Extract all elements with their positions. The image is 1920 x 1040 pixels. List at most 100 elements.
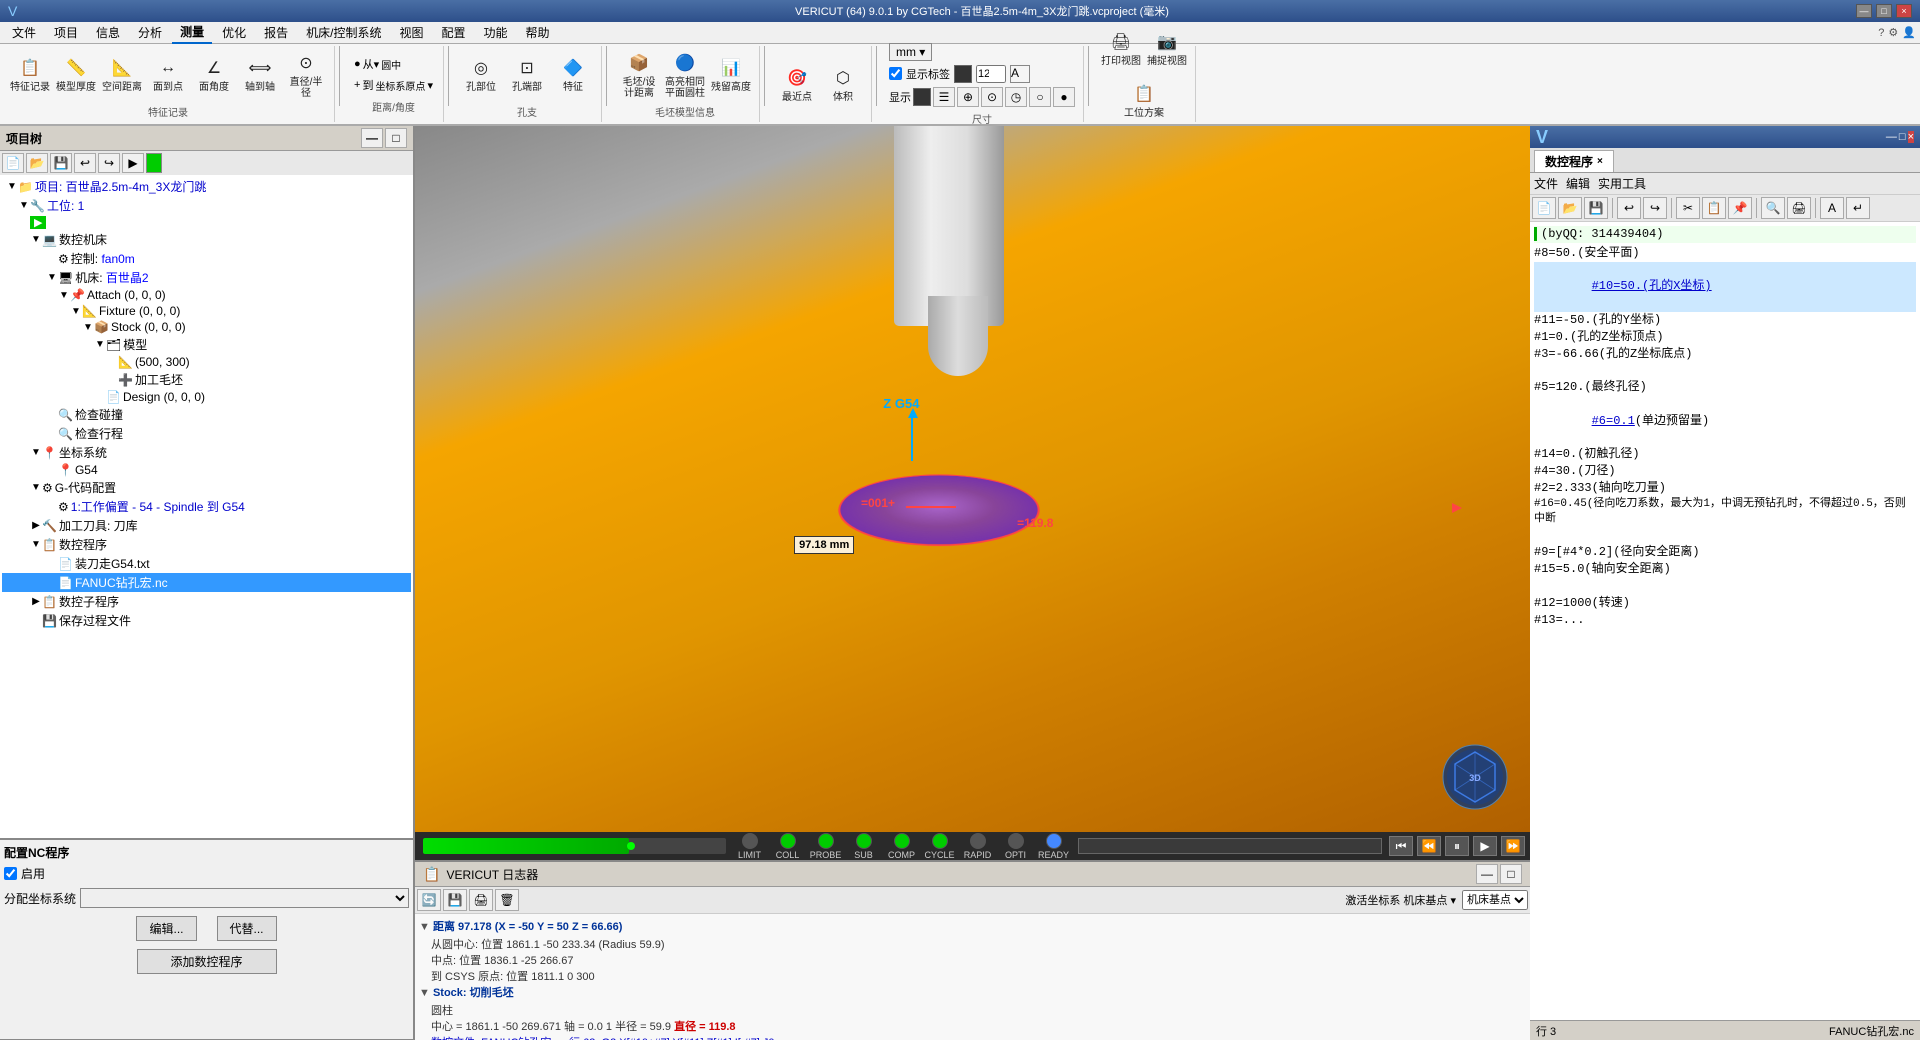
volume-btn[interactable]: ⬡ 体积 — [821, 59, 865, 109]
display-btn5[interactable]: ○ — [1029, 87, 1051, 107]
tree-item-tool-lib[interactable]: ▶ 🔨 加工刀具: 刀库 — [2, 516, 411, 535]
tree-item-check-travel[interactable]: 🔍 检查行程 — [2, 424, 411, 443]
nc-link-7[interactable]: #6=0.1 — [1592, 414, 1635, 428]
nc-content[interactable]: (byQQ: 314439404) #8=50.(安全平面) #10=50.(孔… — [1530, 222, 1920, 1020]
close-button[interactable]: × — [1896, 4, 1912, 18]
nc-tb-search[interactable]: 🔍 — [1761, 197, 1785, 219]
tree-item-attach[interactable]: ▼ 📌 Attach (0, 0, 0) — [2, 287, 411, 303]
feature-btn[interactable]: 🔷 特征 — [551, 50, 595, 100]
display-btn4[interactable]: ◷ — [1005, 87, 1027, 107]
font-size-input[interactable] — [976, 65, 1006, 83]
tree-item-add-stock[interactable]: ➕ 加工毛坯 — [2, 370, 411, 389]
tree-item-workpos[interactable]: ▼ 🔧 工位: 1 — [2, 196, 411, 215]
sim-text-input[interactable] — [1078, 838, 1383, 854]
capture-view-btn[interactable]: 📷 捕捉视图 — [1145, 24, 1189, 74]
log-sub-5[interactable]: 数控文件: FANUC钻孔宏.nc 行 63: G2 X[#10+#7] Y[#… — [431, 1034, 1526, 1040]
nc-tb-copy[interactable]: 📋 — [1702, 197, 1726, 219]
display-btn6[interactable]: ● — [1053, 87, 1075, 107]
menu-info[interactable]: 信息 — [88, 22, 128, 43]
tree-maximize-btn[interactable]: □ — [385, 128, 407, 148]
tree-item-stock[interactable]: ▼ 📦 Stock (0, 0, 0) — [2, 319, 411, 335]
display-color-btn[interactable] — [913, 88, 931, 106]
tree-item-save-process[interactable]: 💾 保存过程文件 — [2, 611, 411, 630]
font-btn[interactable]: A — [1010, 65, 1030, 83]
hole-end-btn[interactable]: ⊡ 孔端部 — [505, 50, 549, 100]
config-nc-add-btn[interactable]: 添加数控程序 — [137, 949, 277, 974]
display-btn2[interactable]: ⊕ — [957, 87, 979, 107]
tree-item-nc-file1[interactable]: 📄 装刀走G54.txt — [2, 554, 411, 573]
tree-tb-new[interactable]: 📄 — [2, 153, 24, 173]
tree-item-control[interactable]: ⚙ 控制: fan0m — [2, 249, 411, 268]
maximize-button[interactable]: □ — [1876, 4, 1892, 18]
indicator-opti[interactable]: OPTI — [998, 833, 1034, 860]
tree-tb-redo[interactable]: ↪ — [98, 153, 120, 173]
menu-help[interactable]: 帮助 — [518, 22, 558, 43]
tree-item-fixture[interactable]: ▼ 📐 Fixture (0, 0, 0) — [2, 303, 411, 319]
tree-item-play[interactable]: ▶ — [2, 215, 411, 230]
stock-distance-btn[interactable]: 📦 毛坯/设计距离 — [617, 50, 661, 100]
play-btn-tree[interactable]: ▶ — [30, 216, 46, 229]
nc-tb-wrap[interactable]: ↵ — [1846, 197, 1870, 219]
tree-item-nc-programs[interactable]: ▼ 📋 数控程序 — [2, 535, 411, 554]
tree-item-work-offset[interactable]: ⚙ 1:工作偏置 - 54 - Spindle 到 G54 — [2, 497, 411, 516]
nc-tb-cut[interactable]: ✂ — [1676, 197, 1700, 219]
nc-tb-new[interactable]: 📄 — [1532, 197, 1556, 219]
nc-tab-close[interactable]: × — [1597, 156, 1603, 167]
log-minimize-btn[interactable]: — — [1476, 864, 1498, 884]
from-origin-btn[interactable]: + 到 坐标系原点 ▾ — [350, 75, 437, 95]
indicator-probe[interactable]: PROBE — [808, 833, 844, 860]
log-coord-select[interactable]: 机床基点 — [1462, 890, 1528, 910]
menu-measure[interactable]: 测量 — [172, 21, 212, 44]
playback-first-btn[interactable]: ⏮ — [1389, 836, 1413, 856]
indicator-sub[interactable]: SUB — [846, 833, 882, 860]
unit-mm-btn[interactable]: mm ▾ — [889, 43, 932, 61]
tree-item-design[interactable]: 📄 Design (0, 0, 0) — [2, 389, 411, 405]
menu-project[interactable]: 项目 — [46, 22, 86, 43]
display-btn1[interactable]: ☰ — [933, 87, 955, 107]
nc-tab-program[interactable]: 数控程序 × — [1534, 150, 1614, 172]
tree-tb-undo[interactable]: ↩ — [74, 153, 96, 173]
menu-analysis[interactable]: 分析 — [130, 22, 170, 43]
nc-tb-open[interactable]: 📂 — [1558, 197, 1582, 219]
nc-link-2[interactable]: #10=50.(孔的X坐标) — [1592, 279, 1712, 293]
residual-btn[interactable]: 📊 残留高度 — [709, 50, 753, 100]
from-center-btn[interactable]: ● 从▾ 圆中 — [350, 54, 437, 74]
config-nc-replace-btn[interactable]: 代替... — [217, 916, 277, 941]
indicator-rapid[interactable]: RAPID — [960, 833, 996, 860]
model-thickness-btn[interactable]: 📏 模型厚度 — [54, 50, 98, 100]
tree-tb-save[interactable]: 💾 — [50, 153, 72, 173]
playback-prev-btn[interactable]: ⏪ — [1417, 836, 1441, 856]
tree-item-gcode-config[interactable]: ▼ ⚙ G-代码配置 — [2, 478, 411, 497]
diameter-radius-btn[interactable]: ⊙ 直径/半径 — [284, 50, 328, 100]
highlight-plane-btn[interactable]: 🔵 高亮相同平面圆柱 — [663, 50, 707, 100]
config-icon[interactable]: ⚙ — [1888, 26, 1898, 39]
menu-report[interactable]: 报告 — [256, 22, 296, 43]
face-to-point-btn[interactable]: ↔ 面到点 — [146, 50, 190, 100]
tree-item-machine[interactable]: ▼ 🖥 机床: 百世晶2 — [2, 268, 411, 287]
tree-item-sub-programs[interactable]: ▶ 📋 数控子程序 — [2, 592, 411, 611]
playback-pause-btn[interactable]: ⏸ — [1445, 836, 1469, 856]
indicator-limit[interactable]: LIMIT — [732, 833, 768, 860]
nearest-point-btn[interactable]: 🎯 最近点 — [775, 59, 819, 109]
nc-menu-tools[interactable]: 实用工具 — [1598, 175, 1646, 192]
tree-tb-run[interactable]: ▶ — [122, 153, 144, 173]
tree-item-nc-file2[interactable]: 📄 FANUC钻孔宏.nc — [2, 573, 411, 592]
tree-item-project[interactable]: ▼ 📁 项目: 百世晶2.5m-4m_3X龙门跳 — [2, 177, 411, 196]
log-tb-clear[interactable]: 🗑 — [495, 889, 519, 911]
indicator-coll[interactable]: COLL — [770, 833, 806, 860]
display-btn3[interactable]: ⊙ — [981, 87, 1003, 107]
nc-panel-close[interactable]: × — [1908, 131, 1914, 143]
print-view-btn[interactable]: 🖨 打印视图 — [1099, 24, 1143, 74]
nc-tb-print[interactable]: 🖨 — [1787, 197, 1811, 219]
indicator-ready[interactable]: READY — [1036, 833, 1072, 860]
log-tb-save[interactable]: 💾 — [443, 889, 467, 911]
user-icon[interactable]: 👤 — [1902, 26, 1916, 39]
menu-optimize[interactable]: 优化 — [214, 22, 254, 43]
show-labels-check[interactable] — [889, 67, 902, 80]
nc-panel-min[interactable]: — — [1886, 131, 1897, 143]
log-expand-btn[interactable]: □ — [1500, 864, 1522, 884]
indicator-comp[interactable]: COMP — [884, 833, 920, 860]
menu-config[interactable]: 配置 — [433, 22, 473, 43]
axis-to-axis-btn[interactable]: ⟺ 轴到轴 — [238, 50, 282, 100]
tree-item-cnc[interactable]: ▼ 💻 数控机床 — [2, 230, 411, 249]
